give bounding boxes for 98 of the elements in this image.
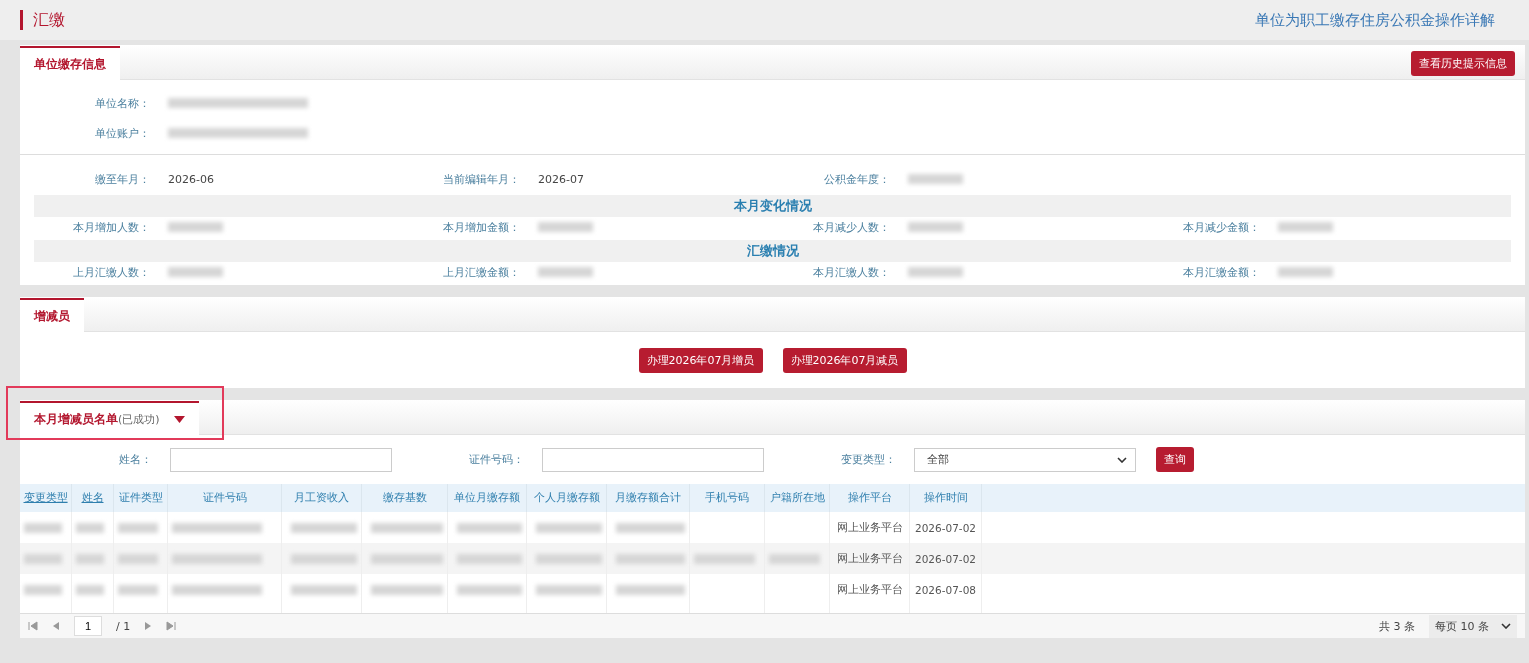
column-header: 缴存基数 [382, 491, 427, 505]
redacted-value [76, 522, 104, 533]
query-button[interactable]: 查询 [1156, 447, 1194, 472]
field-label: 本月汇缴人数： [812, 264, 891, 280]
column-header-link[interactable]: 姓名 [81, 491, 104, 505]
filter-label: 变更类型： [840, 452, 897, 467]
table-cell: 网上业务平台 [836, 582, 903, 597]
redacted-value [371, 522, 443, 533]
type-select[interactable]: 全部 [914, 447, 1136, 472]
filter-label: 证件号码： [468, 452, 525, 467]
redacted-value [908, 222, 963, 232]
field-label: 本月减少金额： [1182, 219, 1261, 235]
column-header: 操作平台 [847, 491, 892, 505]
column-header: 单位月缴存额 [454, 491, 520, 505]
field-label: 本月增加金额： [442, 219, 521, 235]
column-header: 操作时间 [923, 491, 968, 505]
action-button[interactable]: 办理2026年07月增员 [638, 348, 763, 373]
last-page-icon[interactable] [166, 621, 177, 631]
redacted-value [118, 553, 158, 564]
total-count: 共 3 条 [1379, 618, 1415, 634]
column-header: 证件类型 [118, 491, 163, 505]
section-heading: 汇缴情况 [34, 240, 1511, 262]
redacted-value [24, 522, 62, 533]
panel-tab[interactable]: 本月增减员名单(已成功) [20, 401, 199, 435]
previous-page-icon[interactable] [52, 621, 60, 631]
redacted-value [1278, 222, 1333, 232]
field-value: 2026-07 [538, 172, 584, 186]
field-label: 本月减少人数： [812, 219, 891, 235]
panel-tab[interactable]: 单位缴存信息 [20, 46, 120, 80]
redacted-value [457, 584, 522, 595]
field-label: 上月汇缴金额： [442, 264, 521, 280]
panel-tab[interactable]: 增减员 [20, 298, 84, 332]
redacted-value [908, 267, 963, 277]
chevron-icon [1501, 623, 1511, 629]
page-input[interactable]: 1 [74, 616, 102, 636]
next-page-icon[interactable] [144, 621, 153, 631]
redacted-value [168, 222, 223, 232]
redacted-value [538, 222, 593, 232]
help-link[interactable]: 单位为职工缴存住房公积金操作详解 [1255, 10, 1495, 30]
table-cell: 2026-07-08 [915, 583, 976, 596]
redacted-value [616, 522, 685, 533]
field-label: 上月汇缴人数： [72, 264, 151, 280]
input-field[interactable] [542, 447, 764, 472]
column-header: 月工资收入 [294, 491, 349, 505]
redacted-value [24, 553, 62, 564]
redacted-value [536, 522, 602, 533]
redacted-value [291, 584, 357, 595]
column-header: 手机号码 [705, 491, 749, 505]
field-value: 2026-06 [168, 172, 214, 186]
chevron-icon [1117, 456, 1127, 463]
redacted-value [616, 584, 685, 595]
redacted-value [1278, 267, 1333, 277]
field-label: 缴至年月： [94, 171, 151, 187]
column-header: 月缴存额合计 [615, 491, 681, 505]
redacted-value [168, 267, 223, 277]
field-label: 本月汇缴金额： [1182, 264, 1261, 280]
redacted-value [769, 553, 820, 564]
redacted-value [616, 553, 685, 564]
page-size-select[interactable]: 每页 10 条 [1429, 614, 1517, 638]
redacted-value [76, 584, 104, 595]
history-button[interactable]: 查看历史提示信息 [1411, 50, 1515, 76]
redacted-value [371, 553, 443, 564]
table-cell: 网上业务平台 [836, 520, 903, 535]
first-page-icon[interactable] [28, 621, 38, 631]
redacted-value [457, 522, 522, 533]
redacted-value [536, 584, 602, 595]
page-count: / 1 [116, 619, 131, 633]
redacted-value [694, 553, 755, 564]
field-label: 公积金年度： [823, 171, 891, 187]
redacted-value [908, 174, 963, 184]
redacted-value [371, 584, 443, 595]
table-cell: 2026-07-02 [915, 552, 976, 565]
column-header: 户籍所在地 [769, 491, 825, 505]
field-label: 单位账户： [94, 125, 151, 141]
column-header: 个人月缴存额 [533, 491, 600, 505]
redacted-value [457, 553, 522, 564]
page-title: 汇缴 [33, 9, 65, 31]
table-cell: 2026-07-02 [915, 521, 976, 534]
redacted-value [118, 522, 158, 533]
table-cell: 网上业务平台 [836, 551, 903, 566]
action-button[interactable]: 办理2026年07月减员 [782, 348, 907, 373]
input-field[interactable] [170, 447, 392, 472]
filter-label: 姓名： [118, 452, 153, 467]
field-label: 单位名称： [94, 95, 151, 111]
redacted-value [118, 584, 158, 595]
redacted-value [538, 267, 593, 277]
caret-icon[interactable] [173, 415, 185, 423]
accent-bar [20, 10, 23, 30]
section-heading: 本月变化情况 [34, 195, 1511, 217]
redacted-value [76, 553, 104, 564]
redacted-value [291, 522, 357, 533]
column-header-link[interactable]: 变更类型 [23, 491, 68, 505]
redacted-value [291, 553, 357, 564]
redacted-value [536, 553, 602, 564]
field-label: 本月增加人数： [72, 219, 151, 235]
redacted-value [24, 584, 62, 595]
field-label: 当前编辑年月： [442, 171, 521, 187]
column-header: 证件号码 [202, 491, 247, 505]
